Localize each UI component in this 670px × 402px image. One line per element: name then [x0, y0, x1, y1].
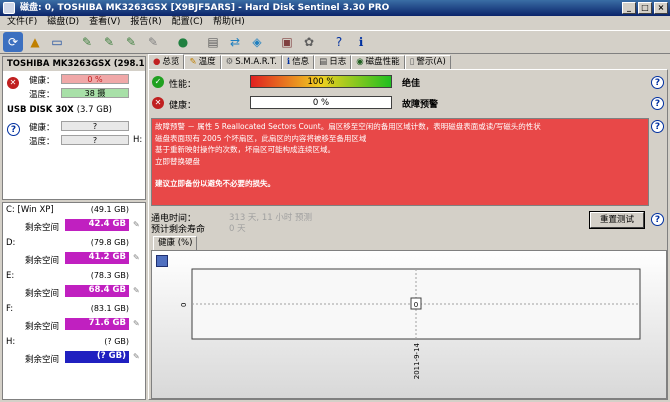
- volume-item[interactable]: H: (? GB) 剩余空间 (? GB) ✎: [3, 335, 145, 371]
- x-tick-label: 2011-9-14: [413, 342, 421, 379]
- remaining-life-value: 0 天: [229, 224, 246, 234]
- disk-item-toshiba[interactable]: TOSHIBA MK3263GSX (298.1 GB: [3, 57, 145, 71]
- disk-health-label: 健康：: [29, 76, 55, 86]
- tab-overview[interactable]: ● 总览: [148, 54, 185, 69]
- alert-message: 故障预警 － 属性 5 Reallocated Sectors Count。扇区…: [151, 118, 649, 206]
- window-title: 磁盘: 0, TOSHIBA MK3263GSX [X9BJF5ARS] - H…: [20, 3, 390, 13]
- check-icon: ✓: [152, 76, 164, 88]
- menu-bar: 文件(F) 磁盘(D) 查看(V) 报告(R) 配置(C) 帮助(H): [0, 16, 670, 29]
- volume-list: C: [Win XP] (49.1 GB) 剩余空间 42.4 GB ✎ D: …: [2, 202, 146, 400]
- disk-temp-label: 温度：: [29, 137, 55, 147]
- app-icon: [3, 2, 15, 14]
- free-space-bar: (? GB): [65, 351, 129, 363]
- disk-icon[interactable]: ▭: [47, 32, 67, 52]
- menu-help[interactable]: 帮助(H): [208, 16, 250, 29]
- test-icon[interactable]: ✎: [77, 32, 97, 52]
- free-space-bar: 68.4 GB: [65, 285, 129, 297]
- surface-test-icon[interactable]: ✎: [99, 32, 119, 52]
- toolbar: ⟳ ▲ ▭ ✎ ✎ ✎ ✎ ● ▤ ⇄ ◈ ▣ ✿ ? ℹ: [0, 30, 670, 54]
- disk-health-label: 健康：: [29, 123, 55, 133]
- settings-icon[interactable]: ✿: [299, 32, 319, 52]
- close-button[interactable]: ×: [654, 2, 668, 14]
- tab-smart[interactable]: ⚙ S.M.A.R.T.: [220, 55, 282, 69]
- health-bar: 0 %: [250, 96, 392, 109]
- warning-icon[interactable]: ▲: [25, 32, 45, 52]
- disk-item-usb[interactable]: USB DISK 30X (3.7 GB): [3, 103, 145, 117]
- help-icon[interactable]: ?: [651, 76, 664, 89]
- volume-item[interactable]: F: (83.1 GB) 剩余空间 71.6 GB ✎: [3, 302, 145, 338]
- help-icon[interactable]: ?: [651, 120, 664, 133]
- disk-list: TOSHIBA MK3263GSX (298.1 GB ✕ 健康： 0 % 温度…: [2, 56, 146, 200]
- disk-temp-label: 温度：: [29, 90, 55, 100]
- health-row: ✕ 健康： 0 % 故障预警: [151, 94, 661, 112]
- disk-temp-bar: 38 摄: [61, 88, 129, 98]
- extended-test-icon[interactable]: ✎: [143, 32, 163, 52]
- volume-item[interactable]: E: (78.3 GB) 剩余空间 68.4 GB ✎: [3, 269, 145, 305]
- free-space-bar: 41.2 GB: [65, 252, 129, 264]
- tab-info[interactable]: ℹ 信息: [281, 55, 315, 69]
- menu-view[interactable]: 查看(V): [84, 16, 125, 29]
- pen-icon[interactable]: ✎: [133, 286, 140, 295]
- chart-svg: 0 0 2011-9-14: [180, 268, 641, 379]
- sync-icon[interactable]: ⇄: [225, 32, 245, 52]
- help-icon[interactable]: ?: [651, 213, 664, 226]
- menu-config[interactable]: 配置(C): [167, 16, 208, 29]
- minimize-button[interactable]: _: [622, 2, 636, 14]
- globe-icon[interactable]: ●: [173, 32, 193, 52]
- help-icon[interactable]: ?: [329, 32, 349, 52]
- free-space-bar: 42.4 GB: [65, 219, 129, 231]
- tab-health-chart[interactable]: 健康 (%): [153, 236, 198, 250]
- title-bar: 磁盘: 0, TOSHIBA MK3263GSX [X9BJF5ARS] - H…: [0, 0, 670, 16]
- y-tick-label: 0: [180, 303, 188, 307]
- error-icon: ✕: [7, 77, 19, 89]
- refresh-icon[interactable]: ⟳: [3, 32, 23, 52]
- help-icon: ?: [7, 123, 20, 136]
- free-space-bar: 71.6 GB: [65, 318, 129, 330]
- menu-disk[interactable]: 磁盘(D): [42, 16, 84, 29]
- quick-test-icon[interactable]: ✎: [121, 32, 141, 52]
- disk-health-bar: ?: [61, 121, 129, 131]
- health-chart: 0 0 2011-9-14: [151, 250, 667, 399]
- monitor-icon[interactable]: ▣: [277, 32, 297, 52]
- performance-bar: 100 %: [250, 75, 392, 88]
- pen-icon[interactable]: ✎: [133, 220, 140, 229]
- info-icon[interactable]: ℹ: [351, 32, 371, 52]
- maximize-button[interactable]: □: [638, 2, 652, 14]
- volume-item[interactable]: D: (79.8 GB) 剩余空间 41.2 GB ✎: [3, 236, 145, 272]
- network-icon[interactable]: ◈: [247, 32, 267, 52]
- tab-log[interactable]: ▤ 日志: [314, 55, 352, 69]
- report-icon[interactable]: ▤: [203, 32, 223, 52]
- reset-test-button[interactable]: 重置测试: [589, 211, 645, 229]
- data-label: 0: [414, 301, 418, 309]
- overview-panel: ✓ 性能： 100 % 绝佳 ? ✕ 健康： 0 % 故障预警 ? 故障预警 －…: [148, 69, 668, 400]
- menu-report[interactable]: 报告(R): [125, 16, 166, 29]
- volume-item[interactable]: C: [Win XP] (49.1 GB) 剩余空间 42.4 GB ✎: [3, 203, 145, 239]
- performance-word: 绝佳: [402, 79, 421, 89]
- tab-alerts[interactable]: ▯ 警示(A): [404, 55, 451, 69]
- drive-letter: H:: [133, 135, 143, 145]
- help-icon[interactable]: ?: [651, 97, 664, 110]
- disk-temp-bar: ?: [61, 135, 129, 145]
- pen-icon[interactable]: ✎: [133, 319, 140, 328]
- tab-temperature[interactable]: ✎ 温度: [184, 55, 221, 69]
- chart-tab-bar: 健康 (%): [151, 236, 665, 250]
- remaining-life-label: 预计剩余寿命: [151, 225, 206, 235]
- disk-health-bar: 0 %: [61, 74, 129, 84]
- menu-file[interactable]: 文件(F): [2, 16, 42, 29]
- error-icon: ✕: [152, 97, 164, 109]
- health-word: 故障预警: [402, 100, 439, 110]
- tab-performance[interactable]: ◉ 磁盘性能: [351, 55, 405, 69]
- tab-bar: ● 总览 ✎ 温度 ⚙ S.M.A.R.T. ℹ 信息 ▤ 日志 ◉ 磁盘性能 ▯ 警示(A): [148, 54, 451, 69]
- performance-row: ✓ 性能： 100 % 绝佳: [151, 73, 661, 91]
- pen-icon[interactable]: ✎: [133, 352, 140, 361]
- pen-icon[interactable]: ✎: [133, 253, 140, 262]
